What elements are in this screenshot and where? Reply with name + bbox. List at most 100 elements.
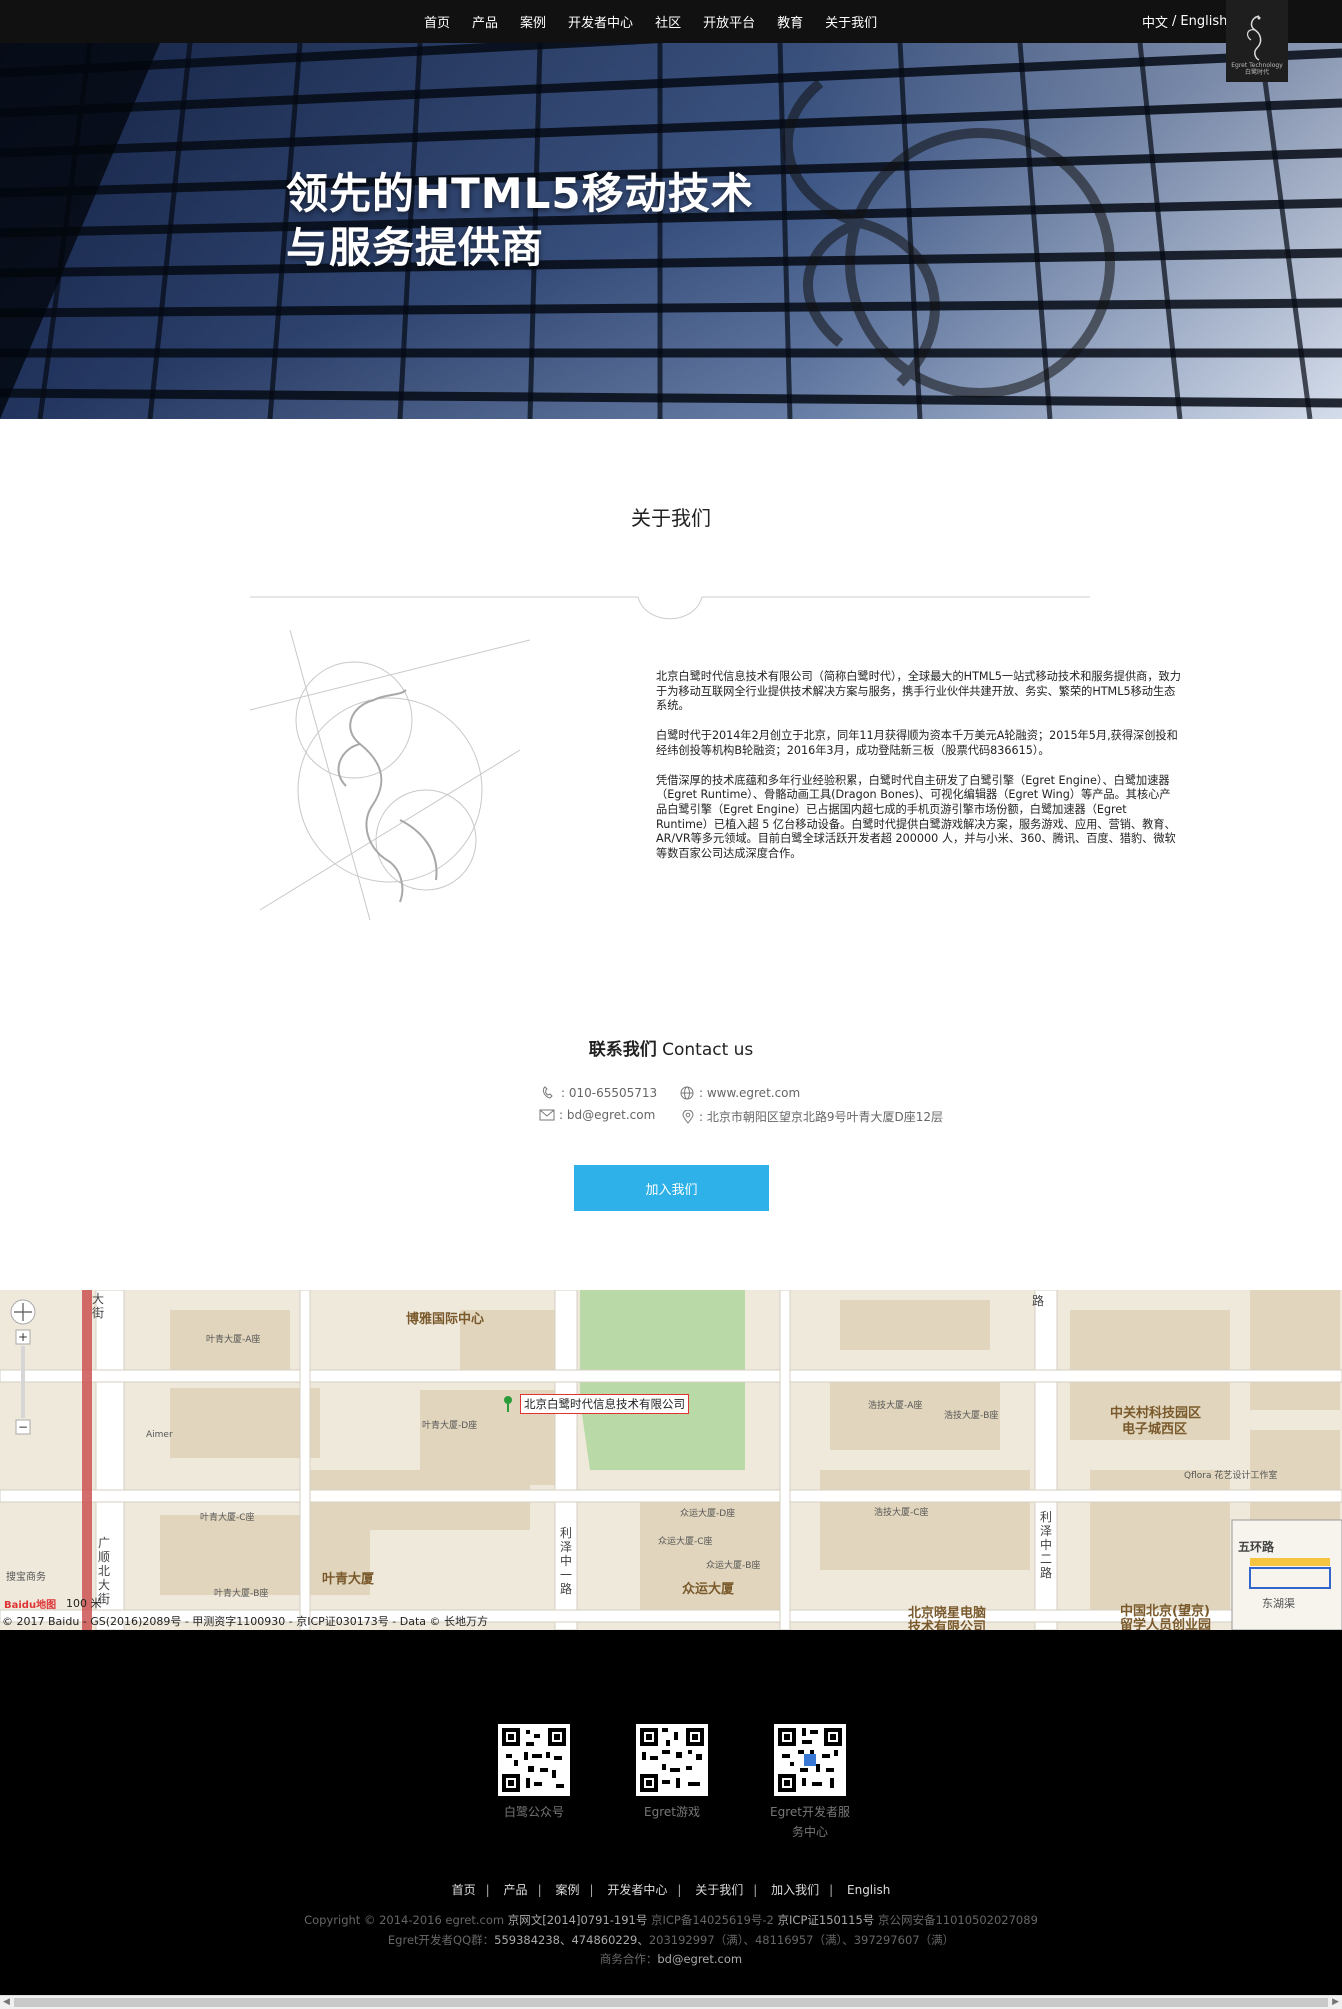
nav-open-platform[interactable]: 开放平台 xyxy=(703,12,755,31)
map-road-ring5: 五环路 xyxy=(1238,1540,1275,1554)
footer-link-products[interactable]: 产品 xyxy=(504,1883,528,1897)
map-zoom-control[interactable]: + − xyxy=(9,1298,37,1442)
footer-link-divider: | xyxy=(485,1883,490,1897)
footer-link-developer-center[interactable]: 开发者中心 xyxy=(607,1883,667,1897)
nav-developer-center[interactable]: 开发者中心 xyxy=(568,12,633,31)
map-canvas xyxy=(0,1290,1342,1630)
section-divider xyxy=(250,596,1090,620)
nav-about[interactable]: 关于我们 xyxy=(825,12,877,31)
contact-phone-text: : 010-65505713 xyxy=(561,1086,658,1100)
contact-email: : bd@egret.com xyxy=(539,1108,655,1122)
lang-separator: / xyxy=(1172,14,1177,29)
map-label-haoyun-c: 浩技大厦-C座 xyxy=(874,1508,929,1518)
footer-qq-full: 203192997（满）、48116957（满）、397297607（满） xyxy=(648,1933,955,1947)
qr-caption-developer-service: Egret开发者服务中心 xyxy=(770,1805,850,1839)
scrollbar-thumb[interactable] xyxy=(14,1998,1328,2007)
footer-copyright-line: Copyright © 2014-2016 egret.com 京网文[2014… xyxy=(0,1912,1342,1928)
footer-link-english[interactable]: English xyxy=(847,1883,890,1897)
map-label-zhongyun-c: 众运大厦-C座 xyxy=(658,1537,713,1547)
baidu-map-logo[interactable]: Baidu地图 xyxy=(4,1596,56,1611)
footer-icp-1[interactable]: 京网文[2014]0791-191号 xyxy=(508,1913,648,1927)
about-section-title: 关于我们 xyxy=(631,506,711,530)
footer-qq-open: 559384238、474860229、 xyxy=(494,1933,649,1947)
qr-code-developer-service xyxy=(774,1724,846,1796)
scroll-right-arrow-icon[interactable]: ▶ xyxy=(1332,1997,1339,2007)
map-label-zhongyun: 众运大厦 xyxy=(682,1582,735,1597)
footer-link-join[interactable]: 加入我们 xyxy=(771,1883,819,1897)
egret-bird-icon xyxy=(1246,15,1262,61)
qr-caption-wechat: 白鹭公众号 xyxy=(503,1805,564,1819)
mail-icon xyxy=(539,1109,555,1121)
phone-icon xyxy=(542,1086,553,1099)
contact-address: : 北京市朝阳区望京北路9号叶青大厦D座12层 xyxy=(681,1108,943,1125)
map-label-haoyun-a: 浩技大厦-A座 xyxy=(868,1401,923,1411)
contact-address-text: : 北京市朝阳区望京北路9号叶青大厦D座12层 xyxy=(699,1110,944,1124)
contact-title-en: Contact us xyxy=(662,1040,754,1060)
about-text: 北京白鹭时代信息技术有限公司（简称白鹭时代），全球最大的HTML5一站式移动技术… xyxy=(656,670,1181,877)
footer-link-cases[interactable]: 案例 xyxy=(555,1883,579,1897)
map-label-haoyun-b: 浩技大厦-B座 xyxy=(944,1411,999,1421)
map-label-xiaoxing-2: 技术有限公司 xyxy=(908,1620,987,1630)
footer-link-home[interactable]: 首页 xyxy=(452,1883,476,1897)
join-us-button[interactable]: 加入我们 xyxy=(574,1165,769,1211)
footer-icp-2[interactable]: 京ICP备14025619号-2 xyxy=(651,1913,774,1927)
contact-title: 联系我们 Contact us xyxy=(0,1035,1342,1060)
footer-business-line: 商务合作：bd@egret.com xyxy=(0,1951,1342,1967)
logo-caption-en: Egret Technology xyxy=(1231,62,1283,69)
nav-cases[interactable]: 案例 xyxy=(520,12,546,31)
map-label-zhongyun-d: 众运大厦-D座 xyxy=(680,1509,736,1519)
footer-qq-line: Egret开发者QQ群：559384238、474860229、20319299… xyxy=(0,1932,1342,1948)
contact-email-text[interactable]: : bd@egret.com xyxy=(559,1108,655,1122)
footer-link-divider: | xyxy=(589,1883,594,1897)
map-label-bldg-d: 叶青大厦-D座 xyxy=(422,1421,478,1431)
hero-banner: 领先的HTML5移动技术 与服务提供商 xyxy=(0,43,1342,419)
nav-education[interactable]: 教育 xyxy=(777,12,803,31)
footer-link-divider: | xyxy=(829,1883,834,1897)
baidu-map[interactable]: + − 博雅国际中心 中关村科技园区 电子城西区 叶青大厦 众运大厦 北京晓星电… xyxy=(0,1290,1342,1630)
location-pin-icon xyxy=(682,1109,694,1124)
lang-english-link[interactable]: English xyxy=(1180,14,1227,29)
footer-link-about[interactable]: 关于我们 xyxy=(695,1883,743,1897)
nav-products[interactable]: 产品 xyxy=(472,12,498,31)
map-road-lize-zhonger: 利泽中二路 xyxy=(1040,1510,1053,1580)
map-nav-control-icon[interactable]: + − xyxy=(9,1298,37,1438)
map-road-lu: 路 xyxy=(1032,1294,1045,1308)
lang-chinese-link[interactable]: 中文 xyxy=(1142,12,1168,31)
contact-title-cn: 联系我们 xyxy=(588,1040,657,1060)
map-scale: 100 米 xyxy=(66,1597,102,1610)
footer-qq-label: Egret开发者QQ群： xyxy=(387,1933,495,1947)
map-label-qflora: Qflora 花艺设计工作室 xyxy=(1184,1471,1278,1481)
about-paragraph-1: 北京白鹭时代信息技术有限公司（简称白鹭时代），全球最大的HTML5一站式移动技术… xyxy=(656,670,1181,713)
contact-website: : www.egret.com xyxy=(679,1086,800,1100)
map-label-aimer: Aimer xyxy=(146,1430,173,1440)
footer-police[interactable]: 京公网安备11010502027089 xyxy=(878,1913,1038,1927)
footer-icp-3[interactable]: 京ICP证150115号 xyxy=(778,1913,875,1927)
contact-phone: : 010-65505713 xyxy=(541,1086,657,1100)
map-road-dajie: 大街 xyxy=(92,1292,105,1320)
map-company-marker-label[interactable]: 北京白鹭时代信息技术有限公司 xyxy=(520,1394,689,1414)
footer-business-email[interactable]: bd@egret.com xyxy=(657,1952,742,1966)
horizontal-scrollbar[interactable]: ◀ ▶ xyxy=(0,1995,1342,2009)
nav-home[interactable]: 首页 xyxy=(424,12,450,31)
map-label-bona: 博雅国际中心 xyxy=(406,1312,485,1327)
map-label-zhongyun-b: 众运大厦-B座 xyxy=(706,1561,761,1571)
svg-text:+: + xyxy=(18,1330,28,1344)
map-label-yeqing: 叶青大厦 xyxy=(322,1572,375,1587)
scroll-left-arrow-icon[interactable]: ◀ xyxy=(3,1997,10,2007)
footer-copyright: Copyright © 2014-2016 egret.com xyxy=(304,1913,505,1927)
globe-icon xyxy=(680,1086,694,1100)
map-label-bldg-b: 叶青大厦-B座 xyxy=(214,1589,269,1599)
about-paragraph-3: 凭借深厚的技术底蕴和多年行业经验积累，白鹭时代自主研发了白鹭引擎（Egret E… xyxy=(656,773,1176,861)
map-label-liuxue-2: 留学人员创业园 xyxy=(1120,1618,1212,1630)
footer: 白鹭公众号 Egret游戏 Egret开发者服务中心 首页 | 产品 | 案例 | 开… xyxy=(0,1630,1342,2000)
nav-community[interactable]: 社区 xyxy=(655,12,681,31)
map-label-bldg-a: 叶青大厦-A座 xyxy=(206,1335,261,1345)
footer-link-divider: | xyxy=(537,1883,542,1897)
footer-links: 首页 | 产品 | 案例 | 开发者中心 | 关于我们 | 加入我们 | English xyxy=(0,1881,1342,1898)
footer-link-divider: | xyxy=(753,1883,758,1897)
qr-code-egret-game xyxy=(636,1724,708,1796)
map-copyright: © 2017 Baidu - GS(2016)2089号 - 甲测资字11009… xyxy=(2,1615,489,1628)
contact-website-text[interactable]: : www.egret.com xyxy=(699,1086,800,1100)
about-paragraph-2: 白鹭时代于2014年2月创立于北京，同年11月获得顺为资本千万美元A轮融资；20… xyxy=(656,729,1178,757)
egret-logo[interactable]: Egret Technology 白鹭时代 xyxy=(1226,0,1288,82)
